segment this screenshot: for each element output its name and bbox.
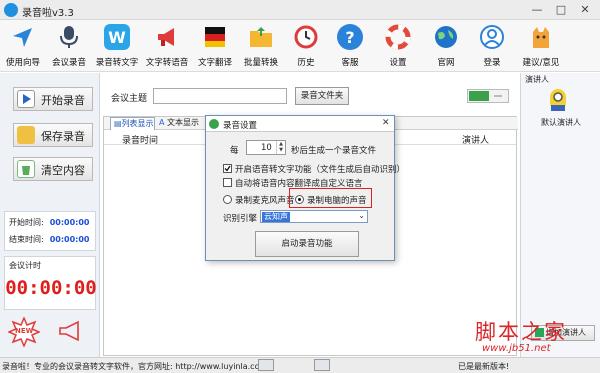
lifebuoy-icon [385,24,411,50]
meeting-timer-value: 00:00:00 [5,277,97,299]
user-icon [479,24,505,50]
close-button[interactable]: ✕ [574,2,596,18]
radio-dot [298,198,301,201]
list-tab-icon: ▤ [114,119,122,128]
engine-select[interactable]: 云知声 ⌄ [260,210,368,223]
tab-list-view[interactable]: ▤列表显示 [110,117,155,130]
w-letter-icon: W [104,24,130,50]
play-icon [17,90,35,108]
record-mic-label: 录制麦克风声音 [235,196,295,206]
toggle-knob [469,91,489,101]
record-toggle-switch[interactable] [467,89,509,103]
every-label: 每 [230,146,239,156]
minimize-button[interactable]: — [526,2,548,18]
tool-text-to-speech[interactable]: 文字转语音 [144,20,190,72]
new-badge-text: NEW [15,327,34,335]
dialog-title: 录音设置 [223,121,258,131]
speech-to-text-checkbox[interactable] [223,164,232,173]
start-time-row: 开始时间: 00:00:00 [9,218,90,227]
svg-text:W: W [108,28,126,47]
engine-value: 云知声 [262,212,290,222]
clear-content-button[interactable]: 清空内容 [13,157,93,181]
speaker-header: 演讲人 [525,75,549,84]
navigation-arrow-icon [10,24,36,50]
save-folder-icon [17,126,35,144]
interval-spinner[interactable]: 10 ▲ ▼ [246,140,286,155]
default-speaker-label: 默认演讲人 [541,118,581,127]
tool-settings[interactable]: 设置 [375,20,421,72]
topic-input[interactable] [153,88,287,104]
announcement-icon[interactable] [56,319,86,345]
engine-label: 识别引擎 [223,214,258,224]
record-pc-radio[interactable] [295,195,304,204]
speaker-avatar[interactable] [543,85,573,115]
globe-icon [433,24,459,50]
svg-text:?: ? [345,28,354,47]
recycle-icon [17,160,35,178]
app-logo-icon [4,3,18,17]
end-time-row: 结束时间: 00:00:00 [9,235,90,244]
text-tab-icon: A [159,118,165,127]
tool-meeting-record[interactable]: 会议录音 [46,20,92,72]
col-record-time: 录音时间 [122,136,159,146]
window-title: 录音啦v3.3 [22,8,74,19]
cat-icon [528,24,554,50]
auto-translate-checkbox[interactable] [223,178,232,187]
microphone-icon [56,24,82,50]
record-folder-button[interactable]: 录音文件夹 [295,87,349,105]
speech-to-text-label: 开启语音转文字功能（文件生成后自动识别） [235,165,406,175]
main-toolbar: 使用向导 会议录音 W 录音转文字 文字转语音 文字翻译 批量转换 历史 ? 客… [0,20,600,72]
help-icon: ? [337,24,363,50]
save-record-button[interactable]: 保存录音 [13,123,93,147]
start-recording-function-button[interactable]: 启动录音功能 [255,231,359,257]
tab-text-view[interactable]: A 文本显示 [156,117,208,130]
minimize-panel-icon[interactable] [258,359,274,371]
tool-speech-to-text[interactable]: W 录音转文字 [94,20,140,72]
spinner-arrows-icon[interactable]: ▲ ▼ [276,141,285,154]
dialog-app-icon [209,119,219,129]
flag-book-icon [202,24,228,50]
watermark-url: www.jb51.net [482,343,551,354]
interval-suffix: 秒后生成一个录音文件 [291,146,377,156]
topic-label: 会议主题 [111,94,148,104]
start-time-value: 00:00:00 [49,218,90,227]
version-status: 已是最新版本! [458,362,510,371]
dialog-title-bar: 录音设置 ✕ [206,116,394,132]
record-pc-label: 录制电脑的声音 [307,196,367,206]
tool-login[interactable]: 登录 [469,20,515,72]
tool-feedback[interactable]: 建议/意见 [518,20,564,72]
dialog-close-button[interactable]: ✕ [382,118,390,128]
record-settings-dialog: 录音设置 ✕ 每 10 ▲ ▼ 秒后生成一个录音文件 开启语音转文字功能（文件生成… [205,115,405,261]
meeting-timer-box: 会议计时 00:00:00 [4,256,97,310]
tool-support[interactable]: ? 客服 [327,20,373,72]
toggle-line [494,95,502,97]
maximize-button[interactable]: □ [550,2,572,18]
chevron-down-icon: ⌄ [358,211,365,220]
meeting-timer-label: 会议计时 [9,261,41,270]
megaphone-icon [154,24,180,50]
record-mic-radio[interactable] [223,195,232,204]
end-time-value: 00:00:00 [49,235,90,244]
new-feature-icon[interactable]: NEW [7,316,41,348]
clock-icon [293,24,319,50]
speaker-panel: 演讲人 默认演讲人 增加演讲人 [520,73,600,357]
title-bar: 录音啦v3.3 — □ ✕ [0,0,600,20]
expand-panel-icon[interactable] [314,359,330,371]
time-info-box: 开始时间: 00:00:00 结束时间: 00:00:00 [4,211,96,251]
interval-value: 10 [261,143,272,153]
status-bar: 录音啦！专业的会议录音转文字软件，官方网址: http://www.luyinl… [0,357,600,373]
watermark-title: 脚本之家 [475,320,567,344]
left-control-panel: 开始录音 保存录音 清空内容 开始时间: 00:00:00 结束时间: 00:00:… [0,73,100,357]
folder-icon [248,24,274,50]
start-record-button[interactable]: 开始录音 [13,87,93,111]
col-speaker: 演讲人 [462,136,490,146]
status-text: 录音啦！专业的会议录音转文字软件，官方网址: http://www.luyinl… [2,362,270,371]
